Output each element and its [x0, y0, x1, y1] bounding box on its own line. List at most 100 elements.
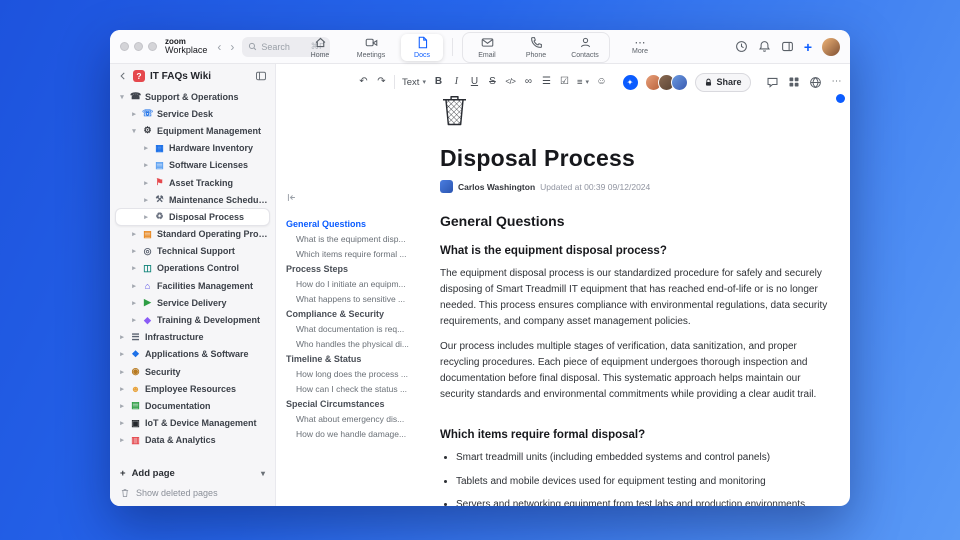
chevron-right-icon[interactable]: ▸ — [130, 110, 138, 118]
sidebar-item-standard-operating-procedures[interactable]: ▸ ▤ Standard Operating Procedures — [110, 226, 275, 243]
undo-icon[interactable]: ↶ — [358, 77, 369, 87]
chevron-right-icon[interactable]: ▸ — [130, 299, 138, 307]
sidebar-item-technical-support[interactable]: ▸ ◎ Technical Support — [110, 243, 275, 260]
zoom-button[interactable] — [148, 42, 157, 51]
chevron-right-icon[interactable]: ▸ — [130, 316, 138, 324]
toc-item[interactable]: How can I check the status ... — [286, 381, 438, 396]
underline-button[interactable]: U — [469, 77, 480, 87]
collaborator-avatar[interactable] — [670, 73, 688, 91]
comment-icon[interactable] — [766, 76, 779, 89]
collapse-outline-icon[interactable] — [286, 190, 438, 208]
close-button[interactable] — [120, 42, 129, 51]
user-avatar[interactable] — [822, 37, 840, 56]
chevron-right-icon[interactable]: ▸ — [118, 436, 126, 444]
globe-icon[interactable] — [809, 76, 822, 89]
sidebar-item-equipment-management[interactable]: ▾ ⚙ Equipment Management — [110, 122, 275, 139]
sidebar-item-iot-device-management[interactable]: ▸ ▣ IoT & Device Management — [110, 415, 275, 432]
notifications-bell-icon[interactable] — [758, 40, 771, 53]
sidebar-item-maintenance-schedules[interactable]: ▸ ⚒ Maintenance Schedules — [110, 191, 275, 208]
author-avatar[interactable] — [440, 180, 453, 193]
chevron-right-icon[interactable]: ▸ — [142, 196, 150, 204]
chevron-down-icon[interactable]: ▾ — [130, 127, 138, 135]
sidebar-item-applications-software[interactable]: ▸ ❖ Applications & Software — [110, 346, 275, 363]
back-icon[interactable] — [118, 71, 128, 81]
ai-companion-icon[interactable]: ✦ — [622, 74, 638, 90]
tab-meetings[interactable]: Meetings — [350, 34, 392, 61]
new-plus-button[interactable]: + — [804, 40, 812, 54]
sidebar-item-documentation[interactable]: ▸ ▤ Documentation — [110, 397, 275, 414]
toc-item[interactable]: How do I initiate an equipm... — [286, 276, 438, 291]
chevron-right-icon[interactable]: ▸ — [118, 402, 126, 410]
toc-section-title[interactable]: General Questions — [286, 216, 438, 231]
chevron-right-icon[interactable]: ▸ — [142, 161, 150, 169]
chevron-right-icon[interactable]: ▸ — [130, 282, 138, 290]
tab-docs[interactable]: Docs — [401, 33, 443, 61]
sidebar-item-training-development[interactable]: ▸ ◆ Training & Development — [110, 311, 275, 328]
panel-toggle-icon[interactable] — [781, 40, 794, 53]
toc-section-title[interactable]: Compliance & Security — [286, 306, 438, 321]
toc-section-title[interactable]: Special Circumstances — [286, 396, 438, 411]
toc-item[interactable]: What is the equipment disp... — [286, 231, 438, 246]
emoji-icon[interactable]: ☺ — [596, 77, 607, 87]
toc-item[interactable]: Who handles the physical di... — [286, 336, 438, 351]
strikethrough-button[interactable]: S — [487, 77, 498, 87]
chevron-right-icon[interactable]: ▸ — [142, 179, 150, 187]
sidebar-item-service-desk[interactable]: ▸ ☏ Service Desk — [110, 105, 275, 122]
toc-item[interactable]: What about emergency dis... — [286, 411, 438, 426]
chevron-right-icon[interactable]: ▸ — [118, 368, 126, 376]
sidebar-item-software-licenses[interactable]: ▸ ▤ Software Licenses — [110, 157, 275, 174]
chevron-right-icon[interactable]: ▸ — [130, 230, 138, 238]
link-icon[interactable]: ∞ — [523, 77, 534, 87]
chevron-right-icon[interactable]: ▸ — [118, 333, 126, 341]
sidebar-item-facilities-management[interactable]: ▸ ⌂ Facilities Management — [110, 277, 275, 294]
presence-indicator-dot[interactable] — [836, 94, 845, 103]
sidebar-item-service-delivery[interactable]: ▸ ▶ Service Delivery — [110, 294, 275, 311]
show-deleted-pages-button[interactable]: Show deleted pages — [120, 488, 265, 498]
sidebar-item-support-operations[interactable]: ▾ ☎ Support & Operations — [110, 88, 275, 105]
chevron-down-icon[interactable]: ▾ — [261, 469, 265, 478]
sidebar-item-data-analytics[interactable]: ▸ ▥ Data & Analytics — [110, 432, 275, 449]
history-icon[interactable] — [735, 40, 748, 53]
chevron-right-icon[interactable]: ▸ — [130, 264, 138, 272]
add-page-button[interactable]: + Add page ▾ — [120, 468, 265, 479]
sidebar-item-asset-tracking[interactable]: ▸ ⚑ Asset Tracking — [110, 174, 275, 191]
minimize-button[interactable] — [134, 42, 143, 51]
toc-section-title[interactable]: Process Steps — [286, 261, 438, 276]
sidebar-item-hardware-inventory[interactable]: ▸ ▦ Hardware Inventory — [110, 140, 275, 157]
toc-item[interactable]: What documentation is req... — [286, 321, 438, 336]
nav-back-icon[interactable]: ‹ — [217, 40, 221, 54]
chevron-right-icon[interactable]: ▸ — [142, 144, 150, 152]
apps-grid-icon[interactable] — [788, 76, 800, 88]
italic-button[interactable]: I — [451, 77, 462, 87]
collapse-sidebar-icon[interactable] — [255, 70, 267, 82]
sidebar-item-operations-control[interactable]: ▸ ◫ Operations Control — [110, 260, 275, 277]
align-dropdown[interactable]: ≡ ▾ — [577, 77, 589, 88]
bold-button[interactable]: B — [433, 77, 444, 87]
text-style-dropdown[interactable]: Text ▾ — [402, 77, 426, 88]
share-button[interactable]: Share — [694, 72, 751, 92]
tab-email[interactable]: Email — [466, 34, 508, 61]
sidebar-item-employee-resources[interactable]: ▸ ☻ Employee Resources — [110, 380, 275, 397]
toc-item[interactable]: What happens to sensitive ... — [286, 291, 438, 306]
redo-icon[interactable]: ↷ — [376, 77, 387, 87]
chevron-right-icon[interactable]: ▸ — [118, 385, 126, 393]
toc-item[interactable]: How long does the process ... — [286, 366, 438, 381]
toc-section-title[interactable]: Timeline & Status — [286, 351, 438, 366]
more-icon[interactable]: ⋯ — [831, 77, 842, 87]
sidebar-item-security[interactable]: ▸ ◉ Security — [110, 363, 275, 380]
chevron-right-icon[interactable]: ▸ — [118, 419, 126, 427]
chevron-right-icon[interactable]: ▸ — [118, 350, 126, 358]
toc-item[interactable]: Which items require formal ... — [286, 246, 438, 261]
bullet-list-icon[interactable]: ☰ — [541, 77, 552, 87]
chevron-right-icon[interactable]: ▸ — [142, 213, 150, 221]
tab-home[interactable]: Home — [299, 34, 341, 61]
checklist-icon[interactable]: ☑ — [559, 77, 570, 87]
chevron-down-icon[interactable]: ▾ — [118, 93, 126, 101]
tab-more[interactable]: ⋯ More — [619, 37, 661, 57]
tab-contacts[interactable]: Contacts — [564, 34, 606, 61]
sidebar-item-infrastructure[interactable]: ▸ ☰ Infrastructure — [110, 329, 275, 346]
chevron-right-icon[interactable]: ▸ — [130, 247, 138, 255]
nav-forward-icon[interactable]: › — [230, 40, 234, 54]
code-icon[interactable]: </> — [505, 78, 516, 86]
sidebar-item-disposal-process[interactable]: ▸ ♻ Disposal Process — [115, 208, 270, 226]
